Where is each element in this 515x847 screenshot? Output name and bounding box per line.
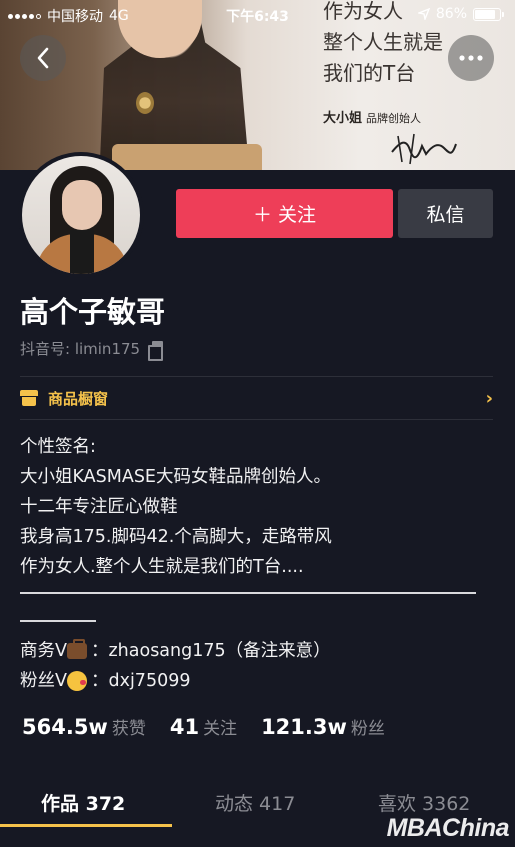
banner-slogan-line: 我们的T台 (323, 61, 416, 85)
location-icon (417, 8, 430, 20)
battery-percent: 86% (435, 6, 467, 22)
profile-stats: 564.5w 获赞 41 关注 121.3w 粉丝 (22, 714, 385, 739)
tab-likes[interactable]: 喜欢 3362 (378, 789, 470, 816)
battery-icon (473, 7, 504, 21)
shop-icon (20, 390, 38, 406)
tab-works[interactable]: 作品 372 (41, 789, 125, 816)
bio: 个性签名: 大小姐KASMASE大码女鞋品牌创始人。 十二年专注匠心做鞋 我身高… (20, 432, 332, 582)
banner-brand-title: 品牌创始人 (366, 112, 422, 125)
banner-brand-name: 大小姐 (323, 111, 363, 126)
back-arrow-icon (37, 47, 49, 69)
bio-line: 个性签名: (20, 437, 96, 457)
banner-brand: 大小姐 品牌创始人 (323, 107, 421, 126)
fans-label: 粉丝V (20, 671, 67, 691)
status-bar: 中国移动 4G 下午6:43 86% (0, 0, 515, 30)
stat-label: 关注 (203, 719, 238, 739)
business-contact-row: 商务V ：zhaosang175（备注来意） (20, 636, 331, 666)
stat-label: 获赞 (111, 719, 146, 739)
watermark: MBAChina (386, 814, 510, 842)
bio-separator (20, 592, 476, 594)
message-button[interactable]: 私信 (398, 189, 493, 238)
bio-line: 大小姐KASMASE大码女鞋品牌创始人。 (20, 467, 331, 487)
stat-label: 粉丝 (350, 719, 385, 739)
briefcase-icon (66, 639, 87, 659)
stat-number: 121.3w (261, 715, 347, 739)
business-value: ：zhaosang175（备注来意） (90, 641, 331, 661)
kiss-face-icon (66, 671, 87, 691)
shop-window-label: 商品橱窗 (48, 389, 109, 408)
more-button[interactable] (448, 35, 494, 81)
divider (20, 419, 493, 420)
bio-line: 作为女人.整个人生就是我们的T台.... (20, 557, 304, 577)
more-dots-icon (459, 55, 483, 61)
fans-value: ：dxj75099 (90, 671, 191, 691)
stat-followers[interactable]: 121.3w 粉丝 (261, 714, 385, 739)
tab-posts[interactable]: 动态 417 (215, 789, 295, 816)
contact-info: 商务V ：zhaosang175（备注来意） 粉丝V ：dxj75099 (20, 636, 331, 696)
douyin-id-row: 抖音号: limin175 (20, 338, 164, 361)
stat-likes: 564.5w 获赞 (22, 714, 146, 739)
tab-indicator (0, 824, 172, 827)
fans-contact-row: 粉丝V ：dxj75099 (20, 666, 331, 696)
profile-nickname: 高个子敏哥 (20, 295, 166, 329)
status-right: 86% (417, 6, 504, 22)
douyin-id: 抖音号: limin175 (20, 340, 141, 358)
banner-stool (112, 144, 262, 170)
follow-button[interactable]: ＋ 关注 (176, 189, 393, 238)
banner-brooch (136, 92, 154, 114)
stat-following[interactable]: 41 关注 (170, 714, 237, 739)
stat-number: 41 (169, 715, 200, 739)
back-button[interactable] (20, 35, 66, 81)
bio-line: 我身高175.脚码42.个高脚大，走路带风 (20, 527, 332, 547)
banner-slogan-line: 整个人生就是 (323, 30, 443, 54)
bio-line: 十二年专注匠心做鞋 (20, 497, 178, 517)
chevron-right-icon: › (485, 387, 493, 409)
avatar-image (22, 156, 140, 274)
signature-icon (391, 133, 457, 165)
avatar[interactable] (18, 152, 144, 278)
business-label: 商务V (20, 641, 67, 661)
shop-window-row[interactable]: 商品橱窗 › (20, 377, 493, 419)
copy-icon[interactable] (148, 340, 164, 361)
bio-separator (20, 620, 96, 622)
stat-number: 564.5w (22, 715, 108, 739)
